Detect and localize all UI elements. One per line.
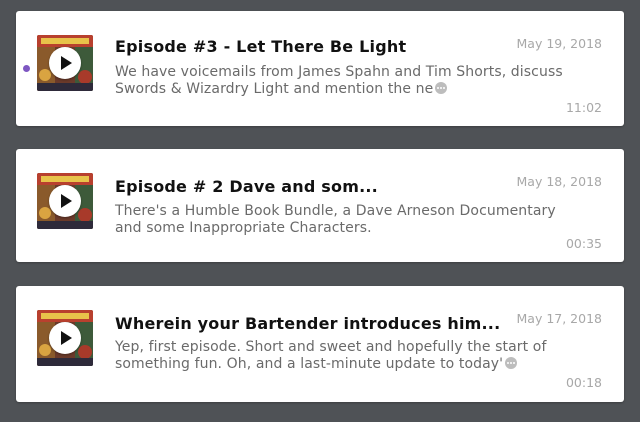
play-icon bbox=[61, 331, 72, 345]
episode-description: Yep, first episode. Short and sweet and … bbox=[115, 339, 565, 373]
episode-date: May 19, 2018 bbox=[516, 36, 602, 51]
play-button[interactable] bbox=[49, 185, 81, 217]
episode-description: There's a Humble Book Bundle, a Dave Arn… bbox=[115, 203, 565, 237]
episode-title[interactable]: Wherein your Bartender introduces him... bbox=[115, 314, 505, 333]
episode-card[interactable]: Wherein your Bartender introduces him...… bbox=[16, 286, 624, 402]
ellipsis-icon[interactable] bbox=[435, 82, 448, 94]
episode-title[interactable]: Episode # 2 Dave and som... bbox=[115, 177, 505, 196]
episode-description: We have voicemails from James Spahn and … bbox=[115, 64, 565, 98]
episode-artwork bbox=[37, 310, 93, 366]
episode-description-text: We have voicemails from James Spahn and … bbox=[115, 64, 563, 97]
episode-description-text: Yep, first episode. Short and sweet and … bbox=[115, 339, 547, 372]
episode-duration: 11:02 bbox=[565, 100, 602, 115]
episode-artwork bbox=[37, 173, 93, 229]
episode-artwork bbox=[37, 35, 93, 91]
episode-duration: 00:35 bbox=[565, 236, 602, 251]
play-icon bbox=[61, 56, 72, 70]
play-button[interactable] bbox=[49, 322, 81, 354]
episode-card[interactable]: Episode # 2 Dave and som... May 18, 2018… bbox=[16, 149, 624, 262]
episode-duration: 00:18 bbox=[565, 375, 602, 390]
episode-date: May 18, 2018 bbox=[516, 174, 602, 189]
episode-description-text: There's a Humble Book Bundle, a Dave Arn… bbox=[115, 203, 556, 236]
unplayed-indicator bbox=[23, 65, 30, 72]
play-icon bbox=[61, 194, 72, 208]
episode-title[interactable]: Episode #3 - Let There Be Light bbox=[115, 37, 505, 56]
episode-date: May 17, 2018 bbox=[516, 311, 602, 326]
episode-card[interactable]: Episode #3 - Let There Be Light May 19, … bbox=[16, 11, 624, 126]
play-button[interactable] bbox=[49, 47, 81, 79]
ellipsis-icon[interactable] bbox=[505, 357, 518, 369]
